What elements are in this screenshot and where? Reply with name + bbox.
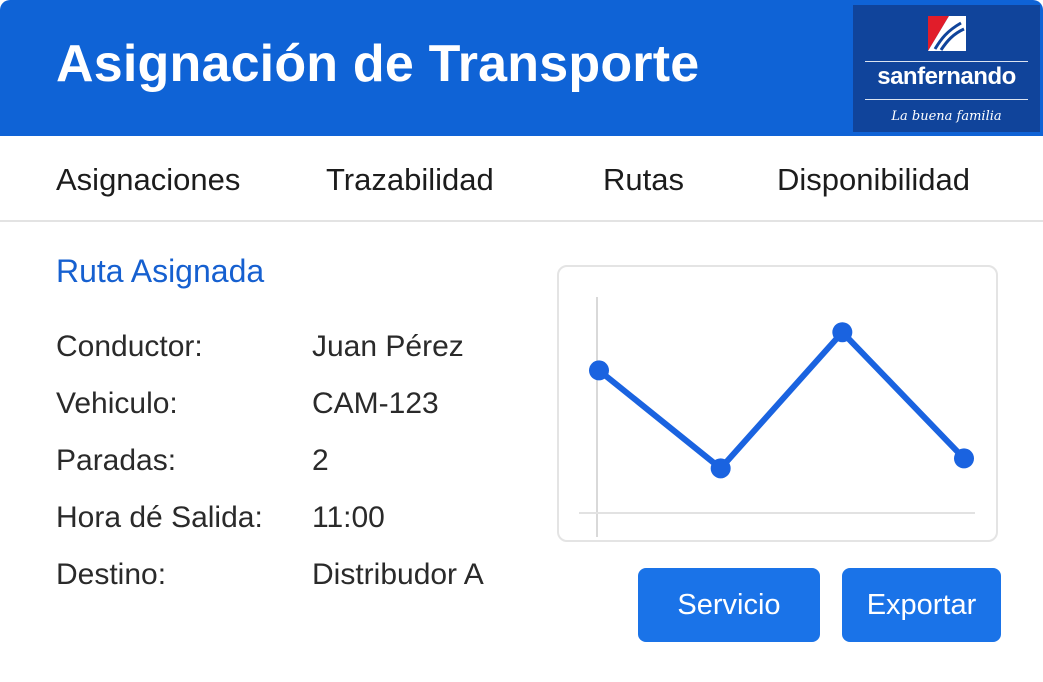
chart-point-1	[589, 360, 609, 381]
destination-label: Destino:	[56, 558, 167, 591]
tab-disponibilidad[interactable]: Disponibilidad	[777, 162, 970, 198]
chart-point-2	[710, 458, 731, 479]
chart-series-line	[596, 329, 967, 472]
departure-time-label: Hora dé Salida:	[56, 501, 263, 534]
main-tabs: Asignaciones Trazabilidad Rutas Disponib…	[0, 136, 1043, 222]
logo-wordmark: sanfernando	[877, 63, 1016, 90]
vehicle-value: CAM-123	[312, 387, 439, 420]
page-title: Asignación de Transporte	[56, 35, 700, 93]
route-title: Ruta Asignada	[56, 253, 265, 289]
route-chart-card	[557, 265, 998, 542]
tab-asignaciones[interactable]: Asignaciones	[56, 162, 240, 198]
departure-time-value: 11:00	[312, 501, 385, 534]
exportar-button[interactable]: Exportar	[842, 568, 1001, 642]
tab-rutas[interactable]: Rutas	[603, 162, 684, 198]
logo-tagline: La buena familia	[891, 109, 1002, 124]
logo-top-rule	[865, 61, 1028, 62]
vehicle-label: Vehiculo:	[56, 387, 178, 420]
chart-point-4	[954, 448, 974, 469]
driver-value: Juan Pérez	[312, 330, 464, 363]
logo-emblem-icon	[928, 16, 966, 51]
route-line-chart	[579, 297, 975, 537]
stops-value: 2	[312, 444, 329, 477]
chart-point-3	[832, 322, 853, 343]
driver-label: Conductor:	[56, 330, 203, 363]
brand-logo: sanfernando La buena familia	[853, 5, 1040, 132]
app-header: Asignación de Transporte sanfernando La …	[0, 0, 1043, 136]
stops-label: Paradas:	[56, 444, 177, 477]
destination-value: Distribudor A	[312, 558, 484, 591]
logo-bottom-rule	[865, 99, 1028, 100]
app-window: Asignación de Transporte sanfernando La …	[0, 0, 1043, 682]
tab-trazabilidad[interactable]: Trazabilidad	[326, 162, 494, 198]
servicio-button[interactable]: Servicio	[638, 568, 820, 642]
